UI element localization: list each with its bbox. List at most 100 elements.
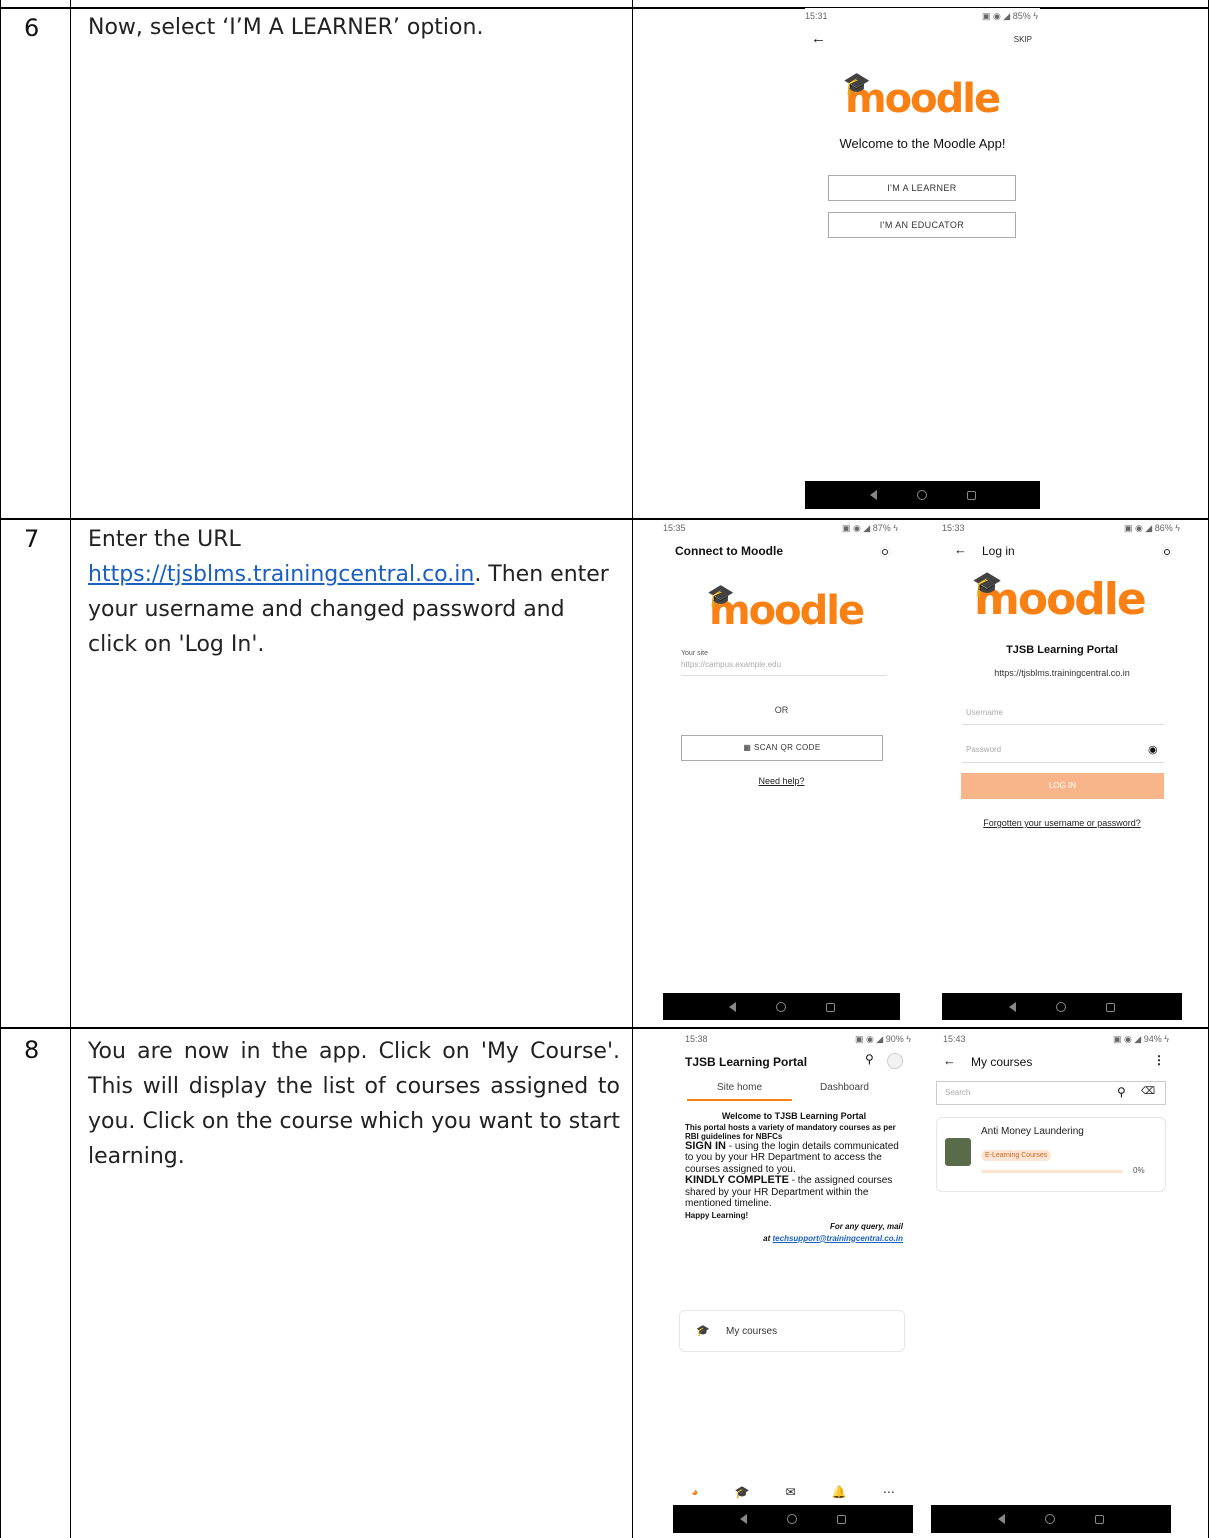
course-progress-bar <box>981 1170 1123 1173</box>
status-time: 15:33 <box>942 523 965 533</box>
nav-recent-icon[interactable] <box>966 490 976 500</box>
phone-screen-connect: 15:35 ▣ ◉ ◢ 87% ϟ Connect to Moodle 🎓 moo… <box>663 520 900 1020</box>
battery-level: 94% <box>1143 1034 1162 1044</box>
portal-link[interactable]: https://tjsblms.trainingcentral.co.in <box>88 562 474 587</box>
login-button[interactable]: LOG IN <box>961 773 1164 799</box>
search-input[interactable]: Search ⚲ ⌫ <box>936 1081 1166 1105</box>
android-nav-bar <box>942 993 1182 1020</box>
status-icons: ▣ ◉ ◢ 94% ϟ <box>1112 1034 1169 1044</box>
nav-recent-icon[interactable] <box>837 1514 846 1524</box>
nav-home-icon[interactable] <box>787 1514 797 1524</box>
course-card[interactable]: Anti Money Laundering E-Learning Courses… <box>936 1117 1166 1192</box>
support-email-link[interactable]: techsupport@trainingcentral.co.in <box>773 1234 903 1243</box>
phone-screen-home: 15:38 ▣ ◉ ◢ 90% ϟ TJSB Learning Portal ⚲… <box>673 1031 913 1537</box>
nav-recent-icon[interactable] <box>825 1002 835 1012</box>
graduation-cap-icon: 🎓 <box>843 72 871 97</box>
step-instruction: Enter the URL https://tjsblms.trainingce… <box>88 522 620 662</box>
status-time: 15:43 <box>943 1034 966 1044</box>
query-text: For any query, mail <box>829 1222 903 1231</box>
complete-paragraph: KINDLY COMPLETE - the assigned courses s… <box>685 1174 893 1209</box>
nav-back-icon[interactable] <box>998 1514 1005 1524</box>
educator-button[interactable]: I'M AN EDUCATOR <box>828 212 1016 238</box>
happy-learning: Happy Learning! <box>685 1210 749 1220</box>
search-icon[interactable]: ⚲ <box>1117 1085 1126 1099</box>
android-nav-bar <box>673 1505 913 1533</box>
more-icon[interactable]: ⋯ <box>883 1485 895 1499</box>
status-time: 15:35 <box>663 523 686 533</box>
status-bar: 15:38 ▣ ◉ ◢ 90% ϟ <box>673 1031 913 1045</box>
tab-dashboard[interactable]: Dashboard <box>792 1082 897 1101</box>
status-icons: ▣ ◉ ◢ 90% ϟ <box>854 1034 911 1044</box>
graduation-cap-icon: 🎓 <box>696 1325 710 1337</box>
status-bar: 15:31 ▣ ◉ ◢ 85% ϟ <box>805 8 1040 22</box>
step-number: 7 <box>24 525 40 553</box>
notifications-bell-icon[interactable]: 🔔 <box>832 1485 847 1499</box>
my-courses-card[interactable]: 🎓 My courses <box>679 1310 905 1352</box>
back-arrow-icon[interactable]: ← <box>954 542 967 557</box>
site-label: Your site <box>681 650 708 657</box>
back-arrow-icon[interactable]: ← <box>943 1053 956 1068</box>
bottom-nav: ◕ 🎓 ✉ 🔔 ⋯ <box>673 1481 913 1503</box>
portal-url: https://tjsblms.trainingcentral.co.in <box>994 668 1130 678</box>
intro-text: This portal hosts a variety of mandatory… <box>685 1122 896 1141</box>
eye-icon[interactable]: ◉ <box>1148 743 1158 756</box>
input-underline <box>681 675 887 676</box>
nav-back-icon[interactable] <box>740 1514 747 1524</box>
phone-screen-login: 15:33 ▣ ◉ ◢ 86% ϟ ← Log in 🎓 moodle TJSB … <box>942 520 1182 1020</box>
row-divider <box>0 1027 1209 1029</box>
screen-title: Connect to Moodle <box>675 544 783 558</box>
nav-back-icon[interactable] <box>728 1002 736 1012</box>
step-number: 8 <box>24 1036 40 1064</box>
settings-gear-icon[interactable] <box>1162 547 1172 557</box>
battery-level: 86% <box>1154 523 1173 533</box>
nav-home-icon[interactable] <box>1056 1002 1066 1012</box>
messages-icon[interactable]: ✉ <box>786 1485 796 1499</box>
forgot-password-link[interactable]: Forgotten your username or password? <box>942 818 1182 828</box>
password-input[interactable]: Password <box>966 745 1001 754</box>
battery-level: 87% <box>872 523 891 533</box>
status-time: 15:31 <box>805 11 828 21</box>
status-bar: 15:33 ▣ ◉ ◢ 86% ϟ <box>942 520 1182 534</box>
skip-button[interactable]: SKIP <box>1014 35 1032 44</box>
android-nav-bar <box>931 1505 1171 1533</box>
portal-name: TJSB Learning Portal <box>1006 644 1118 656</box>
tab-site-home[interactable]: Site home <box>687 1082 792 1101</box>
nav-home-icon[interactable] <box>775 1002 786 1012</box>
dashboard-icon[interactable]: ◕ <box>691 1485 698 1499</box>
search-placeholder: Search <box>945 1088 971 1097</box>
screen-title: Log in <box>982 544 1015 558</box>
nav-home-icon[interactable] <box>1045 1514 1055 1524</box>
nav-recent-icon[interactable] <box>1095 1514 1104 1524</box>
overflow-menu-icon[interactable]: ⋮ <box>1153 1053 1165 1067</box>
android-nav-bar <box>805 481 1040 509</box>
nav-home-icon[interactable] <box>916 490 927 500</box>
nav-back-icon[interactable] <box>1009 1002 1016 1012</box>
status-time: 15:38 <box>685 1034 708 1044</box>
step-instruction: Now, select ‘I’M A LEARNER’ option. <box>88 15 484 40</box>
courses-icon[interactable]: 🎓 <box>734 1485 749 1499</box>
battery-level: 85% <box>1012 11 1031 21</box>
sign-in-paragraph: SIGN IN - using the login details commun… <box>685 1139 899 1175</box>
screen-title: TJSB Learning Portal <box>685 1055 808 1069</box>
avatar[interactable] <box>887 1053 903 1069</box>
status-icons: ▣ ◉ ◢ 86% ϟ <box>1123 523 1180 533</box>
step-text: Enter the URL <box>88 527 241 552</box>
learner-button[interactable]: I'M A LEARNER <box>828 175 1016 201</box>
site-url-input[interactable]: https://campus.example.edu <box>681 660 781 669</box>
graduation-cap-icon: 🎓 <box>972 570 1003 598</box>
username-input[interactable]: Username <box>966 708 1003 717</box>
step-number: 6 <box>24 14 40 42</box>
scan-qr-button[interactable]: ▦ SCAN QR CODE <box>681 735 883 761</box>
help-link[interactable]: Need help? <box>663 776 900 786</box>
clear-icon[interactable]: ⌫ <box>1141 1086 1155 1097</box>
column-divider <box>0 0 1 1538</box>
settings-gear-icon[interactable] <box>880 547 890 557</box>
nav-recent-icon[interactable] <box>1106 1002 1115 1012</box>
search-icon[interactable]: ⚲ <box>865 1052 874 1066</box>
course-progress-value: 0% <box>1133 1166 1145 1175</box>
nav-back-icon[interactable] <box>869 490 877 500</box>
status-bar: 15:43 ▣ ◉ ◢ 94% ϟ <box>931 1031 1171 1045</box>
tab-bar: Site home Dashboard <box>687 1082 897 1101</box>
back-arrow-icon[interactable]: ← <box>811 30 826 47</box>
course-thumbnail <box>945 1138 971 1166</box>
